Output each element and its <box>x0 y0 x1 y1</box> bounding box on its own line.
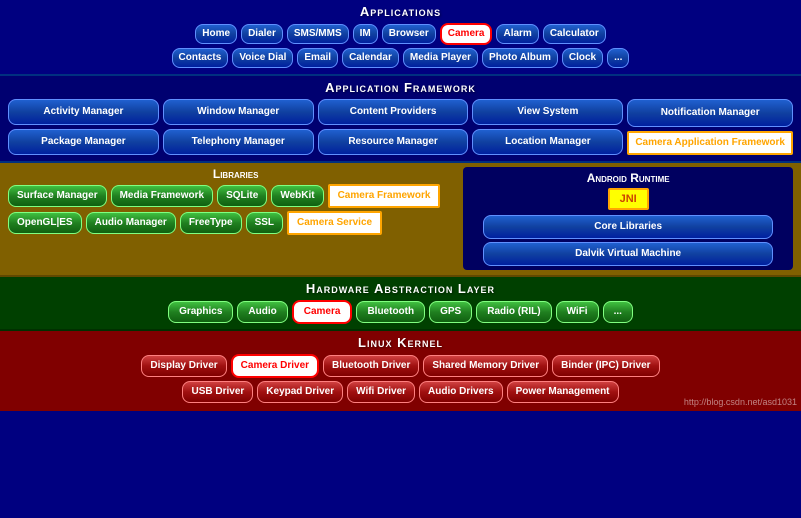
kernel-usb-driver[interactable]: USB Driver <box>182 381 253 403</box>
libs-row2: OpenGL|ES Audio Manager FreeType SSL Cam… <box>8 211 463 235</box>
app-dialer[interactable]: Dialer <box>241 24 283 44</box>
kernel-camera-driver[interactable]: Camera Driver <box>231 354 319 378</box>
lib-freetype[interactable]: FreeType <box>180 212 242 234</box>
fw-view-system[interactable]: View System <box>472 99 623 125</box>
fw-package-manager[interactable]: Package Manager <box>8 129 159 155</box>
framework-layer: Application Framework Activity Manager W… <box>0 76 801 163</box>
lib-audio-manager[interactable]: Audio Manager <box>86 212 176 234</box>
libs-row1: Surface Manager Media Framework SQLite W… <box>8 184 463 208</box>
app-home[interactable]: Home <box>195 24 237 44</box>
app-browser[interactable]: Browser <box>382 24 436 44</box>
hal-more[interactable]: ... <box>603 301 633 323</box>
kernel-audio-drivers[interactable]: Audio Drivers <box>419 381 503 403</box>
kernel-binder-driver[interactable]: Binder (IPC) Driver <box>552 355 659 377</box>
hal-items-row: Graphics Audio Camera Bluetooth GPS Radi… <box>8 300 793 324</box>
lib-ssl[interactable]: SSL <box>246 212 283 234</box>
app-more[interactable]: ... <box>607 48 629 68</box>
fw-resource-manager[interactable]: Resource Manager <box>318 129 469 155</box>
kernel-power-management[interactable]: Power Management <box>507 381 619 403</box>
watermark: http://blog.csdn.net/asd1031 <box>684 397 797 407</box>
fw-content-providers[interactable]: Content Providers <box>318 99 469 125</box>
app-calculator[interactable]: Calculator <box>543 24 606 44</box>
kernel-row1: Display Driver Camera Driver Bluetooth D… <box>8 354 793 378</box>
hal-title: Hardware Abstraction Layer <box>8 281 793 296</box>
lib-opengl[interactable]: OpenGL|ES <box>8 212 82 234</box>
camera-framework-badge: Camera Framework <box>328 184 441 208</box>
lib-sqlite[interactable]: SQLite <box>217 185 267 207</box>
kernel-wifi-driver[interactable]: Wifi Driver <box>347 381 415 403</box>
kernel-shared-memory-driver[interactable]: Shared Memory Driver <box>423 355 548 377</box>
fw-window-manager[interactable]: Window Manager <box>163 99 314 125</box>
libraries-title: Libraries <box>8 167 463 181</box>
applications-title: Applications <box>8 4 793 19</box>
lib-webkit[interactable]: WebKit <box>271 185 323 207</box>
fw-notification-manager[interactable]: Notification Manager <box>627 99 793 127</box>
runtime-title: Android Runtime <box>467 171 789 185</box>
apps-row2: Contacts Voice Dial Email Calendar Media… <box>8 48 793 68</box>
applications-layer: Applications Home Dialer SMS/MMS IM Brow… <box>0 0 801 76</box>
hal-graphics[interactable]: Graphics <box>168 301 233 323</box>
runtime-dvm[interactable]: Dalvik Virtual Machine <box>483 242 773 266</box>
camera-service-badge: Camera Service <box>287 211 382 235</box>
framework-title: Application Framework <box>8 80 793 95</box>
runtime-core-libs[interactable]: Core Libraries <box>483 215 773 239</box>
app-mediaplayer[interactable]: Media Player <box>403 48 478 68</box>
app-photoalbum[interactable]: Photo Album <box>482 48 558 68</box>
app-camera[interactable]: Camera <box>440 23 493 45</box>
kernel-row2: USB Driver Keypad Driver Wifi Driver Aud… <box>8 381 793 403</box>
apps-row1: Home Dialer SMS/MMS IM Browser Camera Al… <box>8 23 793 45</box>
fw-activity-manager[interactable]: Activity Manager <box>8 99 159 125</box>
app-alarm[interactable]: Alarm <box>496 24 538 44</box>
app-voicedial[interactable]: Voice Dial <box>232 48 293 68</box>
app-smsmms[interactable]: SMS/MMS <box>287 24 349 44</box>
fw-location-manager[interactable]: Location Manager <box>472 129 623 155</box>
app-clock[interactable]: Clock <box>562 48 603 68</box>
kernel-layer: Linux Kernel Display Driver Camera Drive… <box>0 331 801 411</box>
hal-layer: Hardware Abstraction Layer Graphics Audi… <box>0 277 801 331</box>
kernel-keypad-driver[interactable]: Keypad Driver <box>257 381 343 403</box>
fw-telephony-manager[interactable]: Telephony Manager <box>163 129 314 155</box>
hal-wifi[interactable]: WiFi <box>556 301 599 323</box>
jni-badge: JNI <box>608 188 649 210</box>
kernel-title: Linux Kernel <box>8 335 793 350</box>
runtime-section: Android Runtime JNI Core Libraries Dalvi… <box>463 167 793 270</box>
libs-runtime-layer: Libraries Surface Manager Media Framewor… <box>0 163 801 277</box>
libraries-section: Libraries Surface Manager Media Framewor… <box>8 167 463 270</box>
kernel-bluetooth-driver[interactable]: Bluetooth Driver <box>323 355 419 377</box>
camera-app-framework-badge: Camera Application Framework <box>627 131 793 155</box>
hal-audio[interactable]: Audio <box>237 301 287 323</box>
hal-radio[interactable]: Radio (RIL) <box>476 301 551 323</box>
kernel-display-driver[interactable]: Display Driver <box>141 355 226 377</box>
lib-media-framework[interactable]: Media Framework <box>111 185 213 207</box>
lib-surface-manager[interactable]: Surface Manager <box>8 185 107 207</box>
app-calendar[interactable]: Calendar <box>342 48 399 68</box>
hal-bluetooth[interactable]: Bluetooth <box>356 301 425 323</box>
hal-gps[interactable]: GPS <box>429 301 472 323</box>
hal-camera[interactable]: Camera <box>292 300 353 324</box>
app-email[interactable]: Email <box>297 48 338 68</box>
app-im[interactable]: IM <box>353 24 378 44</box>
app-contacts[interactable]: Contacts <box>172 48 229 68</box>
